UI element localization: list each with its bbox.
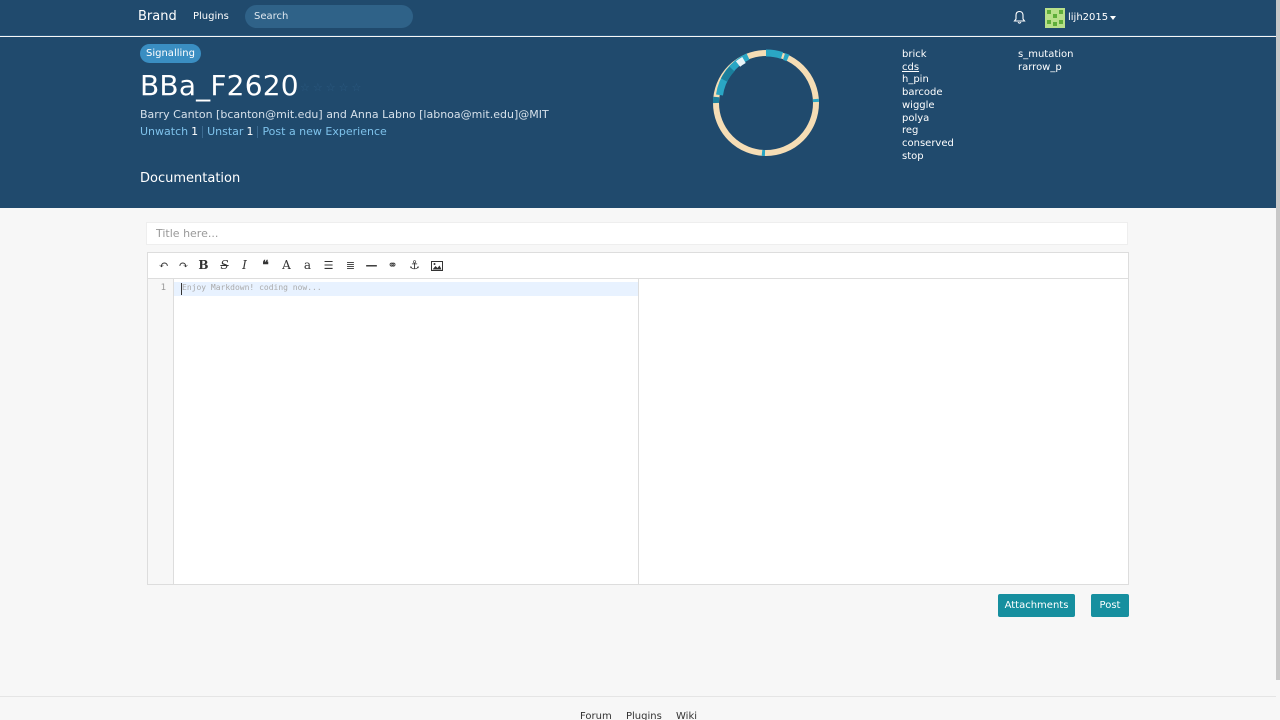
legend-item[interactable]: reg bbox=[902, 125, 954, 138]
legend-item[interactable]: rarrow_p bbox=[1018, 62, 1074, 75]
italic-icon[interactable]: I bbox=[236, 257, 253, 274]
star-count: 1 bbox=[246, 125, 254, 138]
plasmid-map[interactable] bbox=[710, 47, 822, 159]
quote-icon[interactable]: ❝ bbox=[257, 257, 274, 274]
feature-legend-col1: brick cds h_pin barcode wiggle polya reg… bbox=[902, 49, 954, 163]
line-number: 1 bbox=[160, 283, 166, 293]
image-icon[interactable] bbox=[428, 257, 445, 274]
feature-legend-col2: s_mutation rarrow_p bbox=[1018, 49, 1074, 74]
code-placeholder: Enjoy Markdown! coding now... bbox=[182, 283, 322, 292]
legend-item[interactable]: wiggle bbox=[902, 100, 954, 113]
legend-item[interactable]: s_mutation bbox=[1018, 49, 1074, 62]
redo-icon[interactable]: ↷ bbox=[175, 257, 192, 274]
horizontal-rule-icon[interactable]: — bbox=[363, 257, 380, 274]
bold-icon[interactable]: B bbox=[195, 257, 212, 274]
footer-link-plugins[interactable]: Plugins bbox=[626, 711, 662, 720]
footer: Forum Plugins Wiki bbox=[0, 696, 1276, 720]
watch-count: 1 bbox=[191, 125, 199, 138]
markdown-preview-pane bbox=[639, 279, 1128, 584]
line-gutter: 1 bbox=[148, 279, 174, 584]
legend-item[interactable]: h_pin bbox=[902, 74, 954, 87]
bell-icon[interactable] bbox=[1013, 10, 1026, 25]
rating-stars[interactable]: ☆☆☆☆☆ bbox=[300, 81, 364, 94]
brand-link[interactable]: Brand bbox=[138, 9, 177, 24]
text-cursor bbox=[181, 283, 182, 295]
markdown-code-pane[interactable]: Enjoy Markdown! coding now... bbox=[174, 279, 639, 584]
part-header: Signalling BBa_F2620 ☆☆☆☆☆ Barry Canton … bbox=[0, 37, 1276, 208]
divider bbox=[202, 126, 204, 138]
legend-item[interactable]: cds bbox=[902, 62, 954, 75]
post-button[interactable]: Post bbox=[1091, 594, 1129, 617]
link-icon[interactable]: ⚭ bbox=[384, 257, 401, 274]
post-experience-link[interactable]: Post a new Experience bbox=[262, 125, 386, 138]
legend-item[interactable]: conserved bbox=[902, 138, 954, 151]
page-scrollbar[interactable] bbox=[1276, 0, 1280, 680]
legend-item[interactable]: brick bbox=[902, 49, 954, 62]
authors-line: Barry Canton [bcanton@mit.edu] and Anna … bbox=[140, 108, 549, 121]
category-badge[interactable]: Signalling bbox=[140, 44, 201, 63]
documentation-heading: Documentation bbox=[140, 171, 241, 186]
attachments-button[interactable]: Attachments bbox=[998, 594, 1075, 617]
lowercase-icon[interactable]: a bbox=[299, 257, 316, 274]
part-actions: Unwatch 1 Unstar 1 Post a new Experience bbox=[140, 125, 387, 138]
page-title: BBa_F2620 bbox=[140, 69, 299, 102]
divider bbox=[257, 126, 259, 138]
uppercase-icon[interactable]: A bbox=[278, 257, 295, 274]
title-input[interactable] bbox=[146, 222, 1128, 245]
ordered-list-icon[interactable]: ≣ bbox=[342, 257, 359, 274]
nav-plugins-link[interactable]: Plugins bbox=[193, 11, 229, 22]
avatar[interactable] bbox=[1045, 8, 1065, 28]
footer-link-forum[interactable]: Forum bbox=[580, 711, 612, 720]
unstar-link[interactable]: Unstar bbox=[207, 125, 243, 138]
search-input[interactable] bbox=[245, 5, 413, 28]
legend-item[interactable]: polya bbox=[902, 113, 954, 126]
strikethrough-icon[interactable]: S bbox=[216, 257, 233, 274]
anchor-icon[interactable]: ⚓ bbox=[406, 257, 423, 274]
unordered-list-icon[interactable]: ☰ bbox=[320, 257, 337, 274]
legend-item[interactable]: stop bbox=[902, 151, 954, 164]
editor-toolbar: ↶ ↷ B S I ❝ A a ☰ ≣ — ⚭ ⚓ bbox=[148, 253, 1128, 279]
unwatch-link[interactable]: Unwatch bbox=[140, 125, 188, 138]
chevron-down-icon[interactable] bbox=[1110, 16, 1116, 20]
top-navbar: Brand Plugins lijh2015 bbox=[0, 0, 1276, 36]
legend-item[interactable]: barcode bbox=[902, 87, 954, 100]
username-menu[interactable]: lijh2015 bbox=[1068, 12, 1108, 23]
markdown-editor: ↶ ↷ B S I ❝ A a ☰ ≣ — ⚭ ⚓ 1 Enjoy Markdo… bbox=[147, 252, 1129, 585]
footer-link-wiki[interactable]: Wiki bbox=[676, 711, 697, 720]
undo-icon[interactable]: ↶ bbox=[155, 257, 172, 274]
